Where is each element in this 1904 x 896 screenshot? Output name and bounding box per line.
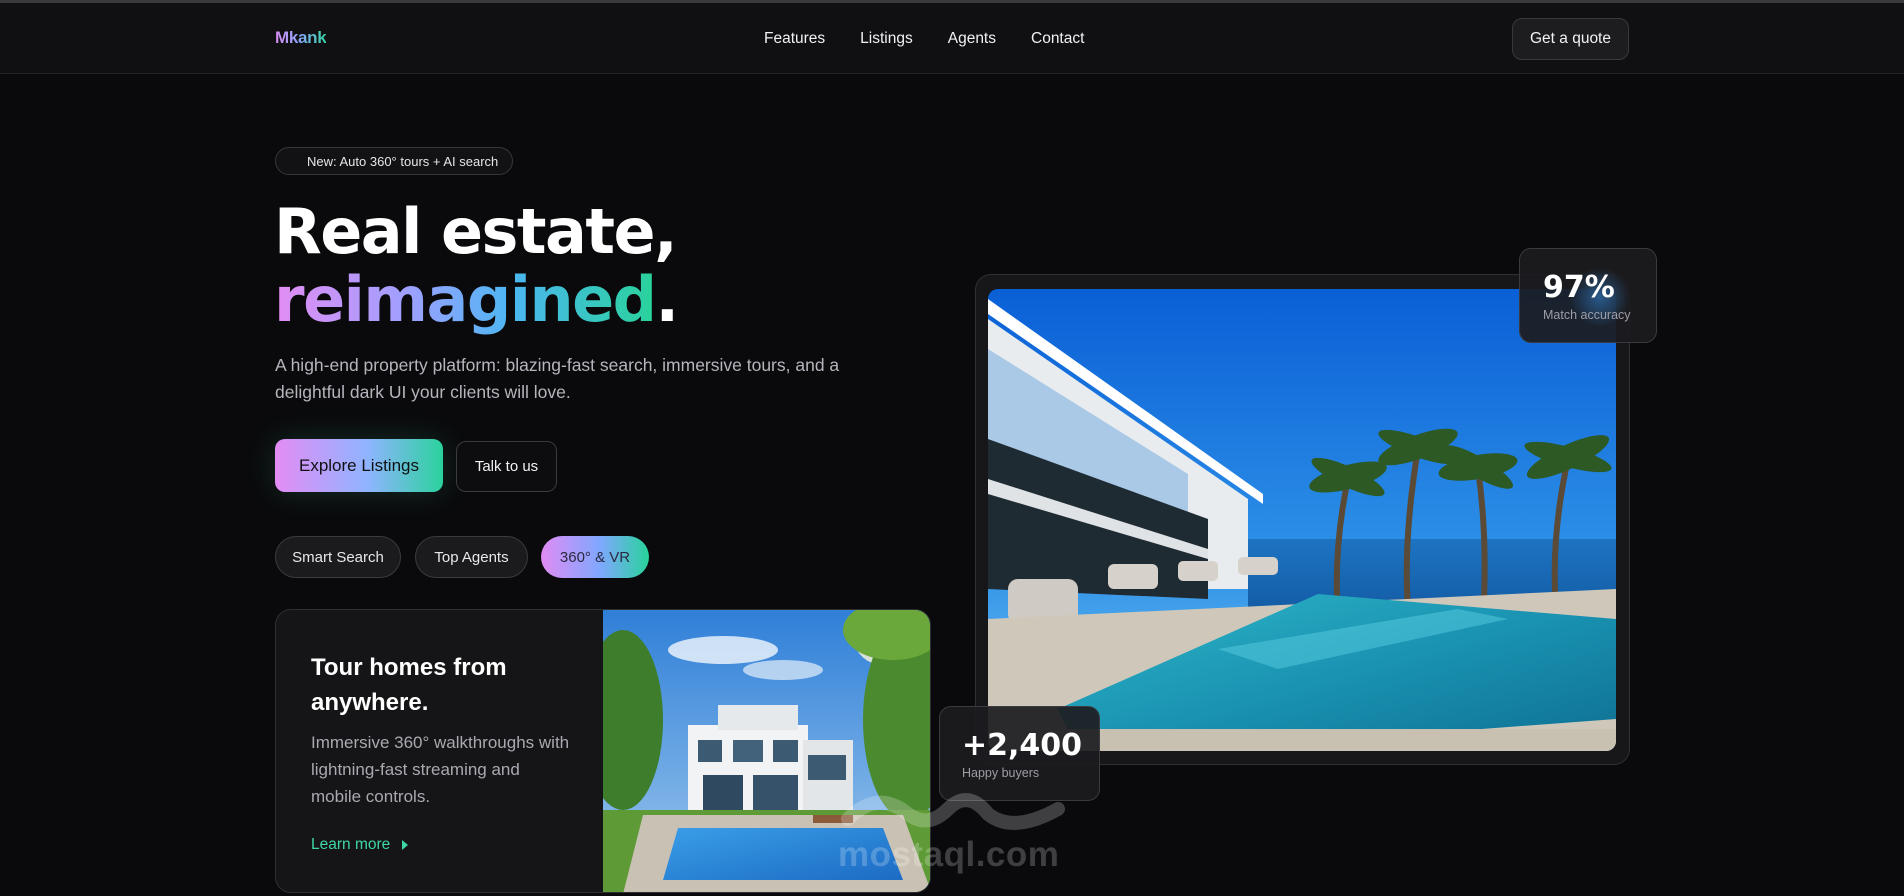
site-header: Mkank Features Listings Agents Contact G… (0, 3, 1904, 74)
learn-more-link[interactable]: Learn more (311, 836, 409, 854)
nav-agents[interactable]: Agents (948, 30, 996, 48)
happy-buyers-label: Happy buyers (962, 766, 1040, 780)
mostaql-watermark: mostaql.com (838, 835, 1060, 874)
get-quote-button[interactable]: Get a quote (1512, 18, 1629, 60)
chip-top-agents[interactable]: Top Agents (415, 536, 528, 578)
nav-contact[interactable]: Contact (1031, 30, 1084, 48)
match-accuracy-value: 97% (1543, 270, 1615, 305)
nav-features[interactable]: Features (764, 30, 825, 48)
chip-smart-search[interactable]: Smart Search (275, 536, 401, 578)
chip-360-vr[interactable]: 360° & VR (541, 536, 649, 578)
happy-buyers-value: +2,400 (962, 728, 1083, 763)
tour-card-title: Tour homes from anywhere. (311, 654, 507, 716)
hero-title-gradient: reimagined (274, 263, 657, 336)
nav-listings[interactable]: Listings (860, 30, 913, 48)
explore-listings-button[interactable]: Explore Listings (275, 439, 443, 492)
hero-subtitle: A high-end property platform: blazing-fa… (275, 355, 840, 402)
main-nav: Features Listings Agents Contact (764, 30, 1084, 48)
mostaql-watermark-logo (841, 793, 1065, 830)
match-accuracy-label: Match accuracy (1543, 308, 1631, 322)
luxury-villa-pool-photo (988, 289, 1616, 751)
chevron-right-icon (402, 840, 409, 850)
talk-to-us-button[interactable]: Talk to us (456, 441, 557, 492)
tour-card-text: Immersive 360° walkthroughs with lightni… (311, 733, 570, 806)
hero-title-line1: Real estate, (274, 195, 678, 268)
hero-title-period: . (655, 263, 680, 336)
hero-title: Real estate, reimagined. (274, 195, 680, 336)
tour-card: Tour homes from anywhere. Immersive 360°… (275, 609, 931, 893)
learn-more-label: Learn more (311, 836, 391, 853)
logo[interactable]: Mkank (275, 28, 327, 48)
match-accuracy-card: 97% Match accuracy (1519, 248, 1657, 343)
announcement-badge[interactable]: New: Auto 360° tours + AI search (275, 147, 514, 175)
